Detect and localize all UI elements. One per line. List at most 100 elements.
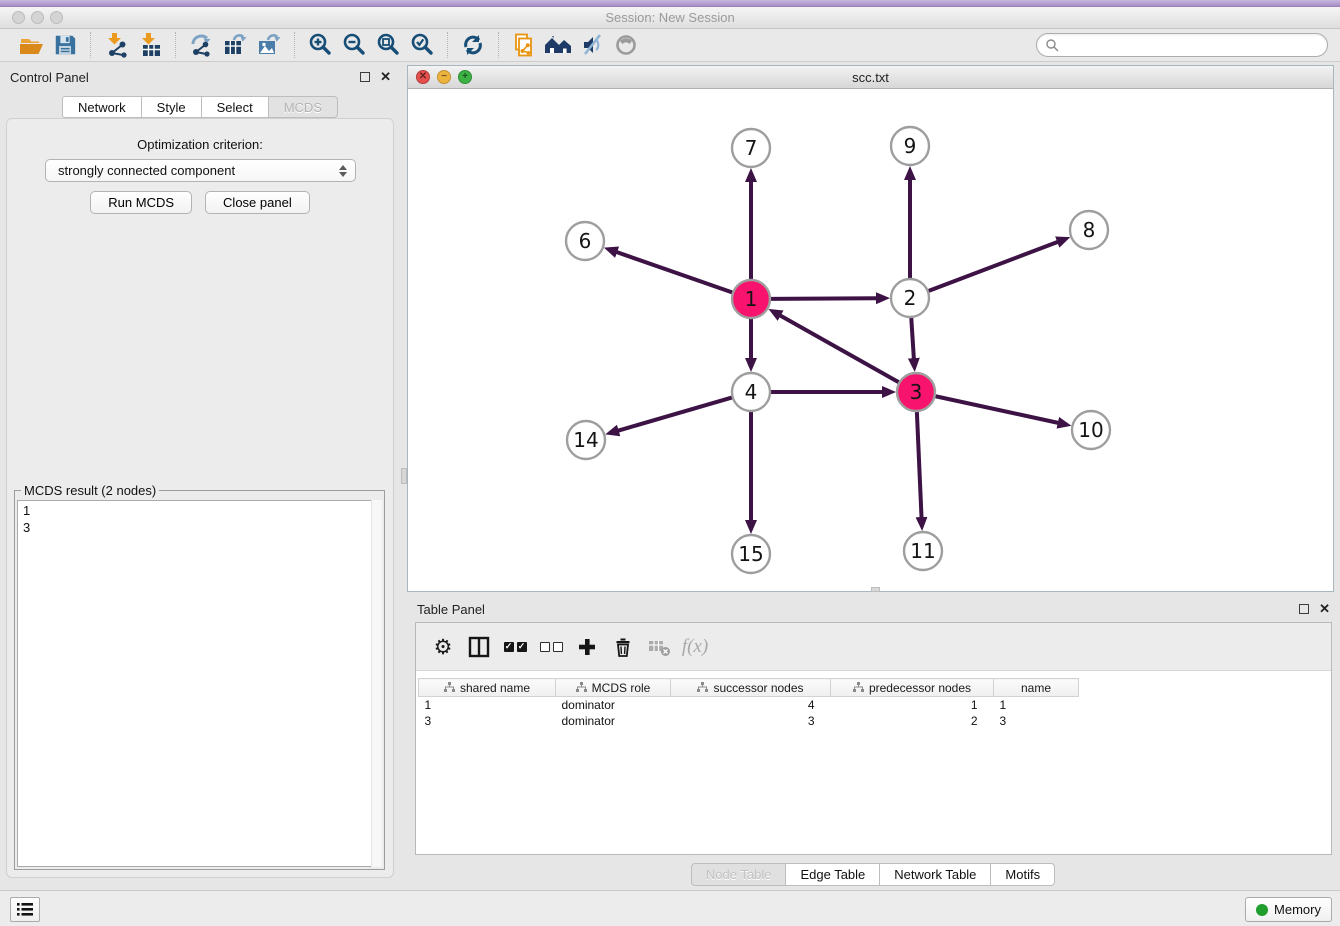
list-icon xyxy=(16,902,34,917)
memory-button[interactable]: Memory xyxy=(1245,897,1332,922)
graph-node-4[interactable]: 4 xyxy=(732,373,770,411)
task-history-button[interactable] xyxy=(10,897,40,922)
zoom-fit-icon[interactable] xyxy=(371,30,405,60)
unselect-all-icon[interactable] xyxy=(536,630,566,664)
table-cell[interactable]: dominator xyxy=(556,697,671,713)
hierarchy-icon xyxy=(444,682,455,693)
apply-layout-icon[interactable] xyxy=(456,30,490,60)
graph-node-9[interactable]: 9 xyxy=(891,127,929,165)
graph-node-11[interactable]: 11 xyxy=(904,532,942,570)
import-network-icon[interactable] xyxy=(99,30,133,60)
float-table-panel-icon[interactable] xyxy=(1299,604,1309,614)
float-panel-icon[interactable] xyxy=(360,72,370,82)
graph-edge-4-14[interactable] xyxy=(618,398,732,431)
close-table-panel-icon[interactable]: ✕ xyxy=(1319,604,1330,614)
table-cell[interactable]: dominator xyxy=(556,713,671,729)
hierarchy-icon xyxy=(853,682,864,693)
table-cell[interactable]: 3 xyxy=(994,713,1079,729)
svg-text:2: 2 xyxy=(904,286,917,310)
graph-node-8[interactable]: 8 xyxy=(1070,211,1108,249)
window-accent-strip xyxy=(0,0,1340,7)
graph-node-14[interactable]: 14 xyxy=(567,421,605,459)
network-canvas[interactable]: 1 2 3 4 6 7 8 9 10 11 14 15 xyxy=(408,90,1333,591)
run-mcds-button[interactable]: Run MCDS xyxy=(90,191,192,214)
svg-text:9: 9 xyxy=(904,134,917,158)
memory-status-icon xyxy=(1256,904,1268,916)
graph-node-7[interactable]: 7 xyxy=(732,129,770,167)
hide-details-icon[interactable] xyxy=(575,30,609,60)
column-header-shared-name[interactable]: shared name xyxy=(419,679,556,697)
tab-edge-table[interactable]: Edge Table xyxy=(785,863,880,886)
node-table-container: ⚙ ✓✓ f(x) shared nameMCDS rolesuccessor … xyxy=(415,622,1332,855)
graph-node-3[interactable]: 3 xyxy=(897,373,935,411)
tab-style[interactable]: Style xyxy=(141,96,202,118)
zoom-in-icon[interactable] xyxy=(303,30,337,60)
mcds-result-list[interactable]: 13 xyxy=(17,500,382,867)
table-row[interactable]: 1dominator411 xyxy=(419,697,1079,713)
export-network-icon[interactable] xyxy=(184,30,218,60)
export-table-icon[interactable] xyxy=(218,30,252,60)
close-panel-icon[interactable]: ✕ xyxy=(380,72,391,82)
save-session-icon[interactable] xyxy=(48,30,82,60)
graph-node-1[interactable]: 1 xyxy=(732,280,770,318)
column-header-predecessor-nodes[interactable]: predecessor nodes xyxy=(831,679,994,697)
network-window-titlebar: ✕ − + scc.txt xyxy=(408,66,1333,89)
toolbar-separator xyxy=(498,32,499,58)
graph-node-10[interactable]: 10 xyxy=(1072,411,1110,449)
graph-node-6[interactable]: 6 xyxy=(566,222,604,260)
graph-edge-2-8[interactable] xyxy=(929,242,1058,291)
table-settings-icon[interactable]: ⚙ xyxy=(428,630,458,664)
open-session-icon[interactable] xyxy=(14,30,48,60)
table-cell[interactable]: 2 xyxy=(831,713,994,729)
zoom-out-icon[interactable] xyxy=(337,30,371,60)
column-header-name[interactable]: name xyxy=(994,679,1079,697)
graph-node-2[interactable]: 2 xyxy=(891,279,929,317)
graph-edge-1-2[interactable] xyxy=(771,298,877,299)
hierarchy-icon xyxy=(576,682,587,693)
export-image-icon[interactable] xyxy=(252,30,286,60)
import-table-icon[interactable] xyxy=(133,30,167,60)
table-cell[interactable]: 1 xyxy=(994,697,1079,713)
tab-select[interactable]: Select xyxy=(201,96,269,118)
frame-resize-handle[interactable] xyxy=(871,587,880,592)
tab-mcds[interactable]: MCDS xyxy=(268,96,338,118)
tab-network-table[interactable]: Network Table xyxy=(879,863,991,886)
table-row[interactable]: 3dominator323 xyxy=(419,713,1079,729)
select-all-icon[interactable]: ✓✓ xyxy=(500,630,530,664)
main-toolbar xyxy=(0,29,1340,62)
zoom-selected-icon[interactable] xyxy=(405,30,439,60)
graph-edge-3-10[interactable] xyxy=(936,396,1059,423)
table-cell[interactable]: 3 xyxy=(419,713,556,729)
result-scrollbar[interactable] xyxy=(371,500,382,867)
graph-edge-2-3[interactable] xyxy=(911,318,914,359)
add-column-icon[interactable] xyxy=(572,630,602,664)
column-header-successor-nodes[interactable]: successor nodes xyxy=(671,679,831,697)
delete-columns-icon[interactable] xyxy=(608,630,638,664)
home-layout-icon[interactable] xyxy=(541,30,575,60)
tab-motifs[interactable]: Motifs xyxy=(990,863,1055,886)
birdseye-view-icon[interactable] xyxy=(609,30,643,60)
clone-network-icon[interactable] xyxy=(507,30,541,60)
toolbar-separator xyxy=(447,32,448,58)
graph-edge-3-1[interactable] xyxy=(780,315,899,382)
graph-edge-1-6[interactable] xyxy=(616,252,732,293)
table-cell[interactable]: 4 xyxy=(671,697,831,713)
split-panel-icon[interactable] xyxy=(464,630,494,664)
table-cell[interactable]: 1 xyxy=(419,697,556,713)
search-field[interactable] xyxy=(1036,33,1328,57)
table-cell[interactable]: 1 xyxy=(831,697,994,713)
graph-node-15[interactable]: 15 xyxy=(732,535,770,573)
tab-node-table[interactable]: Node Table xyxy=(691,863,787,886)
tab-network[interactable]: Network xyxy=(62,96,142,118)
column-header-MCDS-role[interactable]: MCDS role xyxy=(556,679,671,697)
table-cell[interactable]: 3 xyxy=(671,713,831,729)
window-title: Session: New Session xyxy=(0,10,1340,25)
search-input[interactable] xyxy=(1059,38,1319,52)
graph-edge-3-11[interactable] xyxy=(917,412,922,518)
mcds-tab-content: Optimization criterion: strongly connect… xyxy=(6,118,394,878)
criterion-dropdown[interactable]: strongly connected component xyxy=(45,159,356,182)
close-panel-button[interactable]: Close panel xyxy=(205,191,310,214)
cytoscape-window: { "window": { "title": "Session: New Ses… xyxy=(0,0,1340,926)
network-window-title: scc.txt xyxy=(408,70,1333,85)
search-icon xyxy=(1045,38,1059,52)
